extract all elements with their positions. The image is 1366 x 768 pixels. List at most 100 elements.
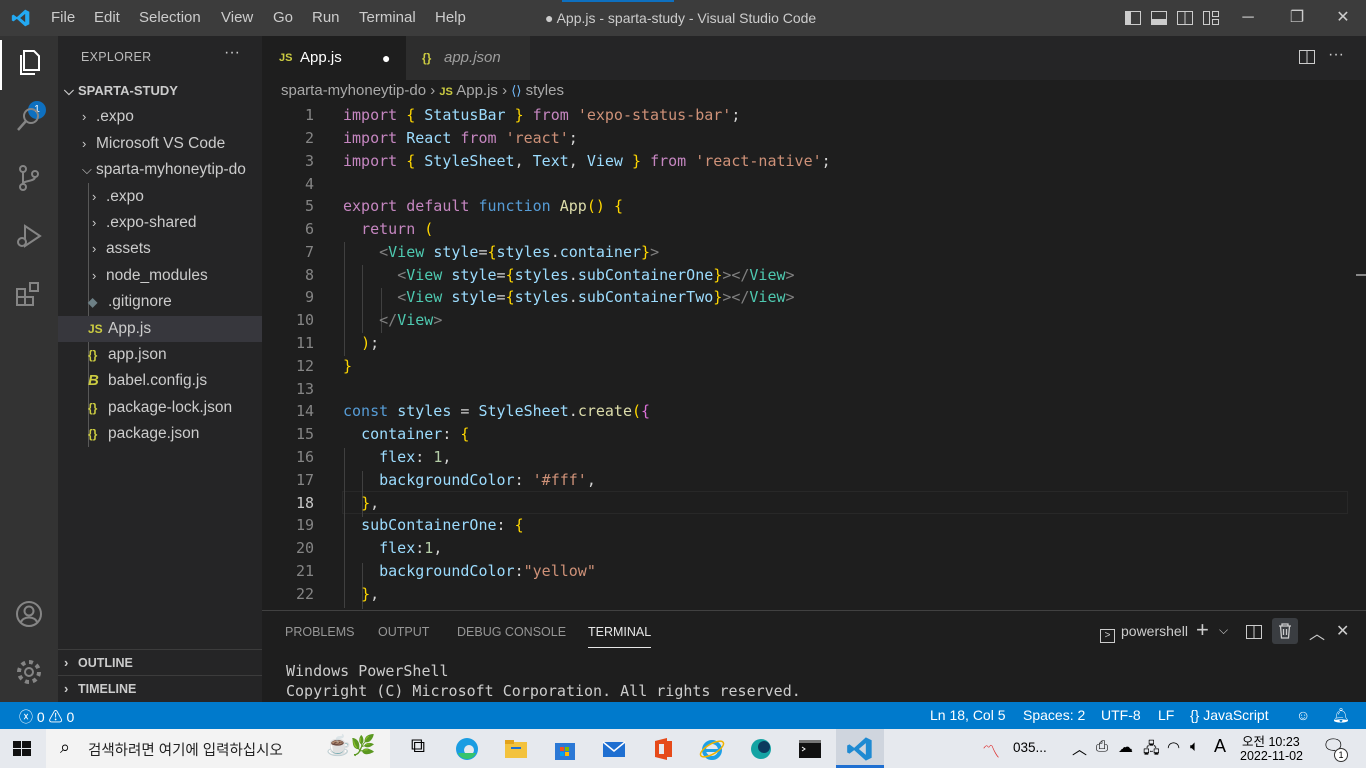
code-line-11: ); xyxy=(361,334,380,352)
tree-item-assets[interactable]: › assets xyxy=(58,236,262,262)
taskbar-search-box[interactable]: ⌕ 검색하려면 여기에 입력하십시오 ☕🌿 xyxy=(46,729,390,768)
clock-time[interactable]: 오전 10:23 xyxy=(1242,731,1300,750)
tree-item-babel-config[interactable]: Bbabel.config.js xyxy=(58,368,262,394)
tree-item-node-modules[interactable]: › node_modules xyxy=(58,263,262,289)
close-panel-icon[interactable]: ✕ xyxy=(1336,621,1349,641)
tab-debug-console[interactable]: DEBUG CONSOLE xyxy=(457,625,566,639)
workspace-root[interactable]: ⌵ SPARTA-STUDY xyxy=(58,78,262,104)
explorer-sidebar: EXPLORER ··· ⌵ SPARTA-STUDY › .expo › Micro… xyxy=(58,36,262,702)
breadcrumb-file[interactable]: App.js xyxy=(456,82,498,99)
outline-section[interactable]: › OUTLINE xyxy=(58,649,262,675)
more-actions-icon[interactable]: ··· xyxy=(224,44,240,62)
onedrive-cloud-icon[interactable]: ☁ xyxy=(1118,738,1133,756)
kill-terminal-button[interactable] xyxy=(1272,618,1298,644)
close-icon[interactable]: ✕ xyxy=(1331,6,1355,30)
extensions-icon[interactable] xyxy=(13,278,45,310)
menu-file[interactable]: File xyxy=(51,9,75,26)
tray-app-label[interactable]: 035... xyxy=(1013,740,1047,755)
menu-selection[interactable]: Selection xyxy=(139,9,201,26)
toggle-panel-icon[interactable] xyxy=(1150,9,1168,27)
file-explorer-icon[interactable] xyxy=(502,735,530,763)
tray-sync-icon[interactable]: ⎙ xyxy=(1096,738,1108,755)
new-terminal-plus-icon[interactable]: + xyxy=(1196,617,1209,643)
microsoft-store-icon[interactable] xyxy=(551,735,579,763)
feedback-icon[interactable]: ☺ xyxy=(1296,707,1310,723)
explorer-icon[interactable] xyxy=(13,46,45,78)
language-mode[interactable]: {} JavaScript xyxy=(1190,707,1269,723)
tree-item-package-json[interactable]: {} package.json xyxy=(58,421,262,447)
restore-icon[interactable]: ❐ xyxy=(1285,6,1309,30)
problems-status[interactable]: ⓧ 0 ⚠ 0 xyxy=(19,707,74,727)
menu-run[interactable]: Run xyxy=(312,9,340,26)
mail-icon[interactable] xyxy=(600,735,628,763)
tree-item-app-json[interactable]: {} app.json xyxy=(58,342,262,368)
tree-item-expo[interactable]: › .expo xyxy=(58,104,262,130)
app-icon[interactable] xyxy=(747,735,775,763)
chevron-right-icon: › xyxy=(92,268,97,283)
menu-terminal[interactable]: Terminal xyxy=(359,9,416,26)
menu-help[interactable]: Help xyxy=(435,9,466,26)
toggle-secondary-sidebar-icon[interactable] xyxy=(1176,9,1194,27)
edge-browser-icon[interactable] xyxy=(453,735,481,763)
encoding[interactable]: UTF-8 xyxy=(1101,707,1141,723)
run-debug-icon[interactable] xyxy=(13,220,45,252)
tab-app-json[interactable]: {} app.json xyxy=(406,36,530,80)
customize-layout-icon[interactable] xyxy=(1202,9,1220,27)
terminal-app-icon[interactable] xyxy=(796,735,824,763)
code-line-18: }, xyxy=(361,494,380,512)
chevron-right-icon: › xyxy=(82,136,87,151)
toggle-sidebar-icon[interactable] xyxy=(1124,9,1142,27)
tab-problems[interactable]: PROBLEMS xyxy=(285,625,354,639)
chevron-right-icon: › xyxy=(82,109,87,124)
breadcrumb-symbol[interactable]: styles xyxy=(526,82,564,99)
clock-date[interactable]: 2022-11-02 xyxy=(1240,749,1303,763)
tree-item-app-js[interactable]: JS App.js xyxy=(58,316,262,342)
vertical-scrollbar[interactable] xyxy=(1354,104,1366,604)
tree-item-expo-sub[interactable]: › .expo xyxy=(58,184,262,210)
tab-terminal[interactable]: TERMINAL xyxy=(588,625,652,648)
windows-start-icon[interactable] xyxy=(9,735,35,763)
modified-dot-icon[interactable]: ● xyxy=(382,36,390,80)
tab-output[interactable]: OUTPUT xyxy=(378,625,429,639)
split-terminal-icon[interactable] xyxy=(1245,623,1263,641)
tray-app-icon[interactable]: 〽 xyxy=(982,738,1000,764)
tab-app-js[interactable]: JS App.js ● xyxy=(262,36,406,80)
ime-indicator[interactable]: A xyxy=(1214,736,1226,757)
maximize-panel-icon[interactable]: ︿ xyxy=(1309,620,1325,644)
volume-icon[interactable]: 🔈︎ xyxy=(1190,738,1199,755)
office-icon[interactable] xyxy=(649,735,677,763)
tree-item-microsoft-vs-code[interactable]: › Microsoft VS Code xyxy=(58,131,262,157)
wifi-icon[interactable]: ◠ xyxy=(1167,738,1180,756)
tree-item-gitignore[interactable]: ◆ .gitignore xyxy=(58,289,262,315)
accounts-icon[interactable] xyxy=(13,598,45,630)
more-actions-icon[interactable]: ··· xyxy=(1328,46,1344,64)
tree-item-sparta-myhoneytip-do[interactable]: ⌵ sparta-myhoneytip-do xyxy=(58,157,262,183)
tree-item-package-lock-json[interactable]: {} package-lock.json xyxy=(58,395,262,421)
chevron-up-icon[interactable]: ︿ xyxy=(1072,738,1087,759)
line-number: 16 xyxy=(295,448,314,466)
indentation[interactable]: Spaces: 2 xyxy=(1023,707,1085,723)
taskbar-vscode-active[interactable] xyxy=(836,729,884,768)
timeline-section[interactable]: › TIMELINE xyxy=(58,675,262,701)
minimize-icon[interactable]: ─ xyxy=(1236,6,1260,30)
settings-gear-icon[interactable] xyxy=(13,656,45,688)
notifications-bell-icon[interactable]: 🔔︎ xyxy=(1332,707,1350,724)
tree-item-expo-shared[interactable]: › .expo-shared xyxy=(58,210,262,236)
task-view-icon[interactable]: ⧉ xyxy=(404,735,432,763)
chevron-down-icon[interactable]: ⌵ xyxy=(1219,623,1228,638)
search-icon[interactable] xyxy=(13,104,45,136)
network-icon[interactable]: 🖧︎ xyxy=(1143,738,1160,763)
menu-go[interactable]: Go xyxy=(273,9,293,26)
internet-explorer-icon[interactable] xyxy=(698,735,726,763)
end-of-line[interactable]: LF xyxy=(1158,707,1174,723)
menu-view[interactable]: View xyxy=(221,9,253,26)
chevron-right-icon: › xyxy=(502,82,512,99)
line-number: 1 xyxy=(304,106,314,124)
terminal-shell-selector[interactable]: > powershell xyxy=(1100,623,1188,643)
menu-edit[interactable]: Edit xyxy=(94,9,120,26)
breadcrumb-folder[interactable]: sparta-myhoneytip-do xyxy=(281,82,426,99)
source-control-icon[interactable] xyxy=(13,162,45,194)
split-editor-icon[interactable] xyxy=(1298,48,1316,66)
cursor-position[interactable]: Ln 18, Col 5 xyxy=(930,707,1006,723)
explorer-header: EXPLORER xyxy=(81,50,152,64)
